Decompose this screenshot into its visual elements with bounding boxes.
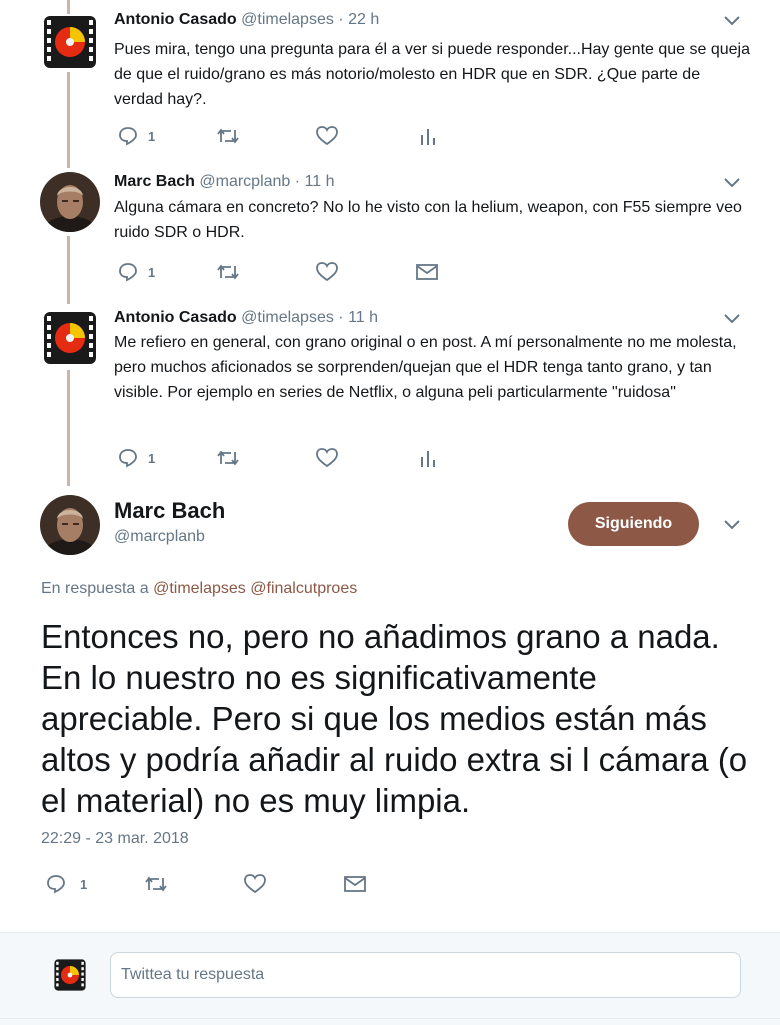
chevron-down-icon[interactable] [724, 178, 740, 188]
chevron-down-icon[interactable] [724, 314, 740, 324]
tweet-reply[interactable]: Marc Bach @marcplanb · 11 h Alguna cámar… [0, 160, 780, 300]
envelope-icon [416, 264, 438, 280]
message-button[interactable] [416, 260, 438, 284]
reply-count: 1 [148, 128, 156, 144]
retweet-button[interactable] [216, 124, 240, 148]
separator-dot: · [338, 11, 344, 28]
retweet-button[interactable] [216, 446, 240, 470]
retweet-button[interactable] [144, 872, 168, 896]
analytics-button[interactable] [420, 124, 436, 148]
reply-count: 1 [148, 264, 156, 280]
tweet-text: Alguna cámara en concreto? No lo he vist… [114, 199, 742, 241]
reply-icon [119, 263, 137, 282]
tweet-reply[interactable]: Antonio Casado @timelapses · 11 h Me ref… [0, 300, 780, 485]
author-name[interactable]: Antonio Casado [114, 309, 237, 326]
tweet-text: Me refiero en general, con grano origina… [114, 334, 737, 401]
author-name[interactable]: Marc Bach [114, 498, 225, 524]
retweet-icon [145, 876, 167, 892]
reply-icon [119, 127, 137, 146]
author-handle[interactable]: @timelapses [241, 309, 334, 326]
retweet-icon [217, 128, 239, 144]
tweet-timestamp[interactable]: 11 h [305, 173, 335, 190]
reply-button[interactable]: 1 [118, 260, 155, 284]
reply-count: 1 [80, 876, 88, 892]
person-photo [40, 172, 100, 232]
tweet-reply[interactable]: Antonio Casado @timelapses · 22 h Pues m… [0, 0, 780, 160]
reply-icon [119, 449, 137, 468]
film-icon [44, 312, 96, 364]
like-button[interactable] [244, 872, 266, 896]
following-button[interactable]: Siguiendo [568, 502, 699, 546]
avatar [52, 957, 88, 993]
reply-input[interactable]: Twittea tu respuesta [110, 952, 741, 998]
analytics-button[interactable] [420, 446, 436, 470]
heart-icon [316, 262, 338, 282]
like-button[interactable] [316, 446, 338, 470]
reply-count: 1 [148, 450, 156, 466]
film-icon [44, 16, 96, 68]
retweet-icon [217, 450, 239, 466]
mention-link[interactable]: @timelapses [153, 580, 246, 597]
avatar[interactable] [40, 12, 100, 72]
separator-dot: · [294, 173, 301, 190]
chevron-down-icon[interactable] [724, 520, 740, 530]
author-name[interactable]: Marc Bach [114, 173, 195, 190]
reply-context: En respuesta a @timelapses @finalcutproe… [41, 580, 357, 598]
author-handle[interactable]: @marcplanb [114, 528, 205, 546]
divider [0, 1018, 780, 1019]
tweet-date[interactable]: 22:29 - 23 mar. 2018 [41, 830, 189, 848]
tweet-timestamp[interactable]: 22 h [348, 11, 379, 28]
mention-link[interactable]: @finalcutproes [250, 580, 357, 597]
retweet-icon [217, 264, 239, 280]
tweet-text: Pues mira, tengo una pregunta para él a … [114, 41, 750, 108]
analytics-icon [421, 129, 435, 145]
author-handle[interactable]: @marcplanb [199, 173, 290, 190]
person-photo [40, 495, 100, 555]
author-name[interactable]: Antonio Casado [114, 11, 237, 28]
avatar[interactable] [40, 172, 100, 232]
envelope-icon [344, 876, 366, 892]
heart-icon [316, 448, 338, 468]
avatar[interactable] [40, 308, 100, 368]
retweet-button[interactable] [216, 260, 240, 284]
like-button[interactable] [316, 124, 338, 148]
reply-button[interactable]: 1 [118, 124, 155, 148]
tweet-timestamp[interactable]: 11 h [348, 309, 378, 326]
reply-prefix: En respuesta a [41, 580, 149, 597]
heart-icon [244, 874, 266, 894]
chevron-down-icon[interactable] [724, 16, 740, 26]
message-button[interactable] [344, 872, 366, 896]
analytics-icon [421, 451, 435, 467]
like-button[interactable] [316, 260, 338, 284]
separator-dot: · [338, 309, 344, 326]
author-handle[interactable]: @timelapses [241, 11, 334, 28]
heart-icon [316, 126, 338, 146]
film-icon [54, 959, 86, 991]
reply-composer: Twittea tu respuesta [0, 932, 780, 1025]
reply-button[interactable]: 1 [118, 446, 155, 470]
reply-button[interactable]: 1 [46, 872, 87, 896]
avatar[interactable] [40, 495, 100, 555]
tweet-text: Entonces no, pero no añadimos grano a na… [41, 618, 748, 819]
reply-icon [47, 875, 65, 894]
